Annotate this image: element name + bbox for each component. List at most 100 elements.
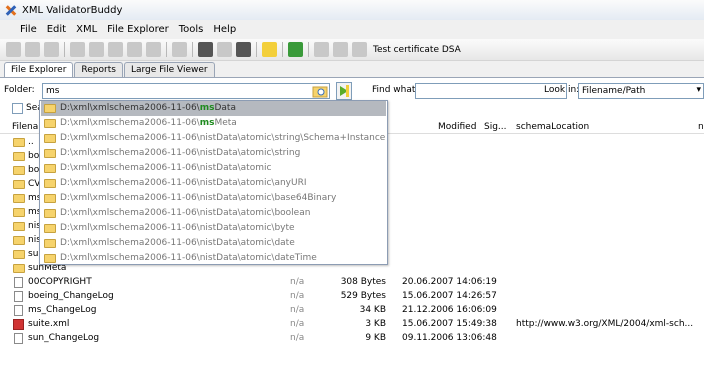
cut-icon[interactable]: [198, 42, 213, 57]
autocomplete-item[interactable]: D:\xml\xmlschema2006-11-06\msMeta: [41, 116, 386, 131]
menu-file[interactable]: File: [18, 24, 45, 35]
toolbar-separator: [192, 42, 193, 57]
table-row[interactable]: ms_ChangeLog n/a 34 KB 21.12.2006 16:06:09: [0, 304, 704, 318]
file-modified: 15.06.2007 15:49:38: [402, 319, 497, 329]
app-icon: [4, 3, 18, 17]
stop-icon[interactable]: [172, 42, 187, 57]
sign-icon[interactable]: [314, 42, 329, 57]
check-icon[interactable]: [89, 42, 104, 57]
folder-icon: [13, 194, 25, 203]
window-title: XML ValidatorBuddy: [22, 4, 123, 16]
transform-icon[interactable]: [108, 42, 123, 57]
menu-xml[interactable]: XML: [74, 24, 105, 35]
encrypt-icon[interactable]: [352, 42, 367, 57]
autocomplete-item[interactable]: D:\xml\xmlschema2006-11-06\nistData\atom…: [41, 191, 386, 206]
autocomplete-prefix: D:\xml\xmlschema2006-11-06\nistData\atom…: [60, 148, 301, 158]
refresh-icon: [340, 85, 349, 97]
tab-reports[interactable]: Reports: [74, 62, 123, 78]
folder-icon: [13, 138, 25, 147]
column-signature[interactable]: Sig...: [484, 122, 507, 132]
copy-icon[interactable]: [217, 42, 232, 57]
table-row[interactable]: 00COPYRIGHT n/a 308 Bytes 20.06.2007 14:06:…: [0, 276, 704, 290]
tab-file-explorer[interactable]: File Explorer: [4, 62, 74, 78]
menu-edit[interactable]: Edit: [45, 24, 74, 35]
autocomplete-item[interactable]: D:\xml\xmlschema2006-11-06\msData: [41, 101, 386, 116]
toolbar-separator: [256, 42, 257, 57]
toolbar-separator: [282, 42, 283, 57]
toolbar-separator: [308, 42, 309, 57]
document-icon: [14, 305, 23, 316]
certificate-label[interactable]: Test certificate DSA: [373, 45, 461, 55]
folder-icon: [13, 208, 25, 217]
schema-icon[interactable]: [146, 42, 161, 57]
autocomplete-item[interactable]: D:\xml\xmlschema2006-11-06\nistData\atom…: [41, 206, 386, 221]
menu-tools[interactable]: Tools: [177, 24, 212, 35]
help-icon[interactable]: [262, 42, 277, 57]
verify-icon[interactable]: [333, 42, 348, 57]
autocomplete-item[interactable]: D:\xml\xmlschema2006-11-06\nistData\atom…: [41, 176, 386, 191]
folder-icon: [13, 222, 25, 231]
paste-icon[interactable]: [236, 42, 251, 57]
toolbar-separator: [166, 42, 167, 57]
autocomplete-path: D:\xml\xmlschema2006-11-06\msData: [60, 103, 236, 113]
file-name: ms_ChangeLog: [28, 305, 97, 315]
browse-folder-icon[interactable]: [312, 83, 328, 99]
certificate-icon[interactable]: [288, 42, 303, 57]
autocomplete-path: D:\xml\xmlschema2006-11-06\nistData\atom…: [60, 208, 310, 218]
file-schema-location: http://www.w3.org/XML/2004/xml-sch...: [516, 319, 694, 329]
file-modified: 15.06.2007 14:26:57: [402, 291, 497, 301]
autocomplete-item[interactable]: D:\xml\xmlschema2006-11-06\nistData\atom…: [41, 221, 386, 236]
folder-icon: [44, 239, 56, 248]
autocomplete-match: ms: [199, 118, 215, 128]
file-signature: n/a: [290, 277, 305, 287]
autocomplete-prefix: D:\xml\xmlschema2006-11-06\nistData\atom…: [60, 133, 386, 143]
file-name: suite.xml: [28, 319, 70, 329]
find-what-label: Find what:: [372, 85, 419, 95]
new-file-icon[interactable]: [6, 42, 21, 57]
save-icon[interactable]: [44, 42, 59, 57]
open-file-icon[interactable]: [25, 42, 40, 57]
table-row[interactable]: suite.xml n/a 3 KB 15.06.2007 15:49:38 http:…: [0, 318, 704, 332]
autocomplete-prefix: D:\xml\xmlschema2006-11-06\: [60, 118, 200, 128]
file-name: sun_ChangeLog: [28, 333, 100, 343]
tab-large-file-viewer[interactable]: Large File Viewer: [123, 62, 215, 78]
refresh-button[interactable]: [336, 82, 352, 100]
title-bar: XML ValidatorBuddy: [0, 0, 704, 20]
autocomplete-prefix: D:\xml\xmlschema2006-11-06\nistData\atom…: [60, 238, 295, 248]
autocomplete-path: D:\xml\xmlschema2006-11-06\nistData\atom…: [60, 253, 317, 263]
autocomplete-item[interactable]: D:\xml\xmlschema2006-11-06\nistData\atom…: [41, 161, 386, 176]
autocomplete-path: D:\xml\xmlschema2006-11-06\nistData\atom…: [60, 238, 295, 248]
column-schema-location[interactable]: schemaLocation: [516, 122, 589, 132]
table-row[interactable]: boeing_ChangeLog n/a 529 Bytes 15.06.2007 1…: [0, 290, 704, 304]
autocomplete-path: D:\xml\xmlschema2006-11-06\nistData\atom…: [60, 223, 295, 233]
validate-icon[interactable]: [70, 42, 85, 57]
document-icon: [14, 277, 23, 288]
autocomplete-prefix: D:\xml\xmlschema2006-11-06\nistData\atom…: [60, 178, 307, 188]
autocomplete-item[interactable]: D:\xml\xmlschema2006-11-06\nistData\atom…: [41, 251, 386, 266]
file-name: 00COPYRIGHT: [28, 277, 92, 287]
toolbar: Test certificate DSA: [0, 39, 704, 61]
look-in-select[interactable]: Filename/Path: [578, 83, 704, 99]
document-icon: [14, 333, 23, 344]
folder-icon: [44, 134, 56, 143]
autocomplete-suffix: Meta: [214, 118, 237, 128]
file-signature: n/a: [290, 319, 305, 329]
file-name: boeing_ChangeLog: [28, 291, 114, 301]
menu-bar: File Edit XML File Explorer Tools Help: [0, 20, 704, 39]
autocomplete-item[interactable]: D:\xml\xmlschema2006-11-06\nistData\atom…: [41, 131, 386, 146]
menu-file-explorer[interactable]: File Explorer: [105, 24, 177, 35]
autocomplete-item[interactable]: D:\xml\xmlschema2006-11-06\nistData\atom…: [41, 146, 386, 161]
table-row[interactable]: sun_ChangeLog n/a 9 KB 09.11.2006 13:06:48: [0, 332, 704, 346]
folder-input[interactable]: ms: [42, 83, 330, 99]
column-modified[interactable]: Modified: [438, 122, 476, 132]
folder-icon: [44, 254, 56, 263]
look-in-label: Look in:: [544, 85, 580, 95]
search-checkbox[interactable]: [12, 103, 23, 114]
autocomplete-prefix: D:\xml\xmlschema2006-11-06\nistData\atom…: [60, 163, 272, 173]
column-extra[interactable]: n: [698, 122, 704, 132]
format-icon[interactable]: [127, 42, 142, 57]
file-name: ..: [28, 137, 34, 147]
autocomplete-item[interactable]: D:\xml\xmlschema2006-11-06\nistData\atom…: [41, 236, 386, 251]
menu-help[interactable]: Help: [211, 24, 244, 35]
autocomplete-prefix: D:\xml\xmlschema2006-11-06\nistData\atom…: [60, 253, 317, 263]
